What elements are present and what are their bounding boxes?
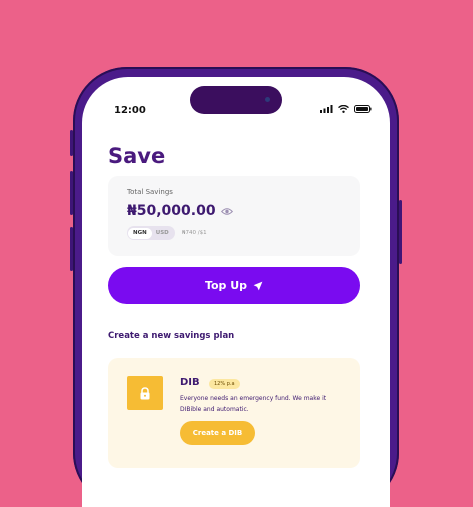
wifi-icon	[338, 105, 349, 113]
plan-rate-badge: 12% p.a	[209, 379, 240, 389]
section-title: Create a new savings plan	[108, 331, 235, 341]
phone-silent-switch	[70, 130, 73, 156]
currency-option-usd[interactable]: USD	[152, 230, 169, 236]
total-savings-card: Total Savings ₦50,000.00 NGN USD ₦740 /$…	[108, 176, 360, 256]
currency-option-ngn[interactable]: NGN	[128, 227, 152, 239]
app-screen: 12:00 Save Total Savings ₦50,000.00 NGN …	[82, 77, 390, 507]
phone-volume-up	[70, 171, 73, 215]
send-icon	[253, 281, 263, 290]
signal-icon	[320, 105, 333, 113]
dynamic-island	[190, 86, 282, 114]
status-icons	[320, 105, 372, 113]
create-dib-button[interactable]: Create a DIB	[180, 421, 255, 445]
top-up-button[interactable]: Top Up	[108, 267, 360, 304]
plan-name: DIB	[180, 377, 200, 388]
top-up-label: Top Up	[204, 279, 248, 292]
dib-plan-icon-tile	[127, 376, 163, 410]
total-savings-label: Total Savings	[127, 188, 173, 196]
dib-plan-card: DIB 12% p.a Everyone needs an emergency …	[108, 358, 360, 468]
total-savings-amount-row: ₦50,000.00	[127, 203, 233, 219]
total-savings-amount: ₦50,000.00	[127, 203, 216, 219]
phone-volume-down	[70, 227, 73, 271]
exchange-rate: ₦740 /$1	[182, 230, 207, 236]
phone-power-button	[399, 200, 402, 264]
battery-icon	[354, 105, 372, 113]
plan-description: Everyone needs an emergency fund. We mak…	[180, 395, 327, 413]
camera-dot	[265, 97, 270, 102]
page-title: Save	[108, 144, 166, 168]
phone-frame: 12:00 Save Total Savings ₦50,000.00 NGN …	[70, 67, 402, 507]
eye-icon[interactable]	[220, 207, 233, 216]
lock-icon	[140, 386, 150, 399]
currency-toggle[interactable]: NGN USD	[127, 226, 175, 240]
status-time: 12:00	[114, 105, 146, 116]
